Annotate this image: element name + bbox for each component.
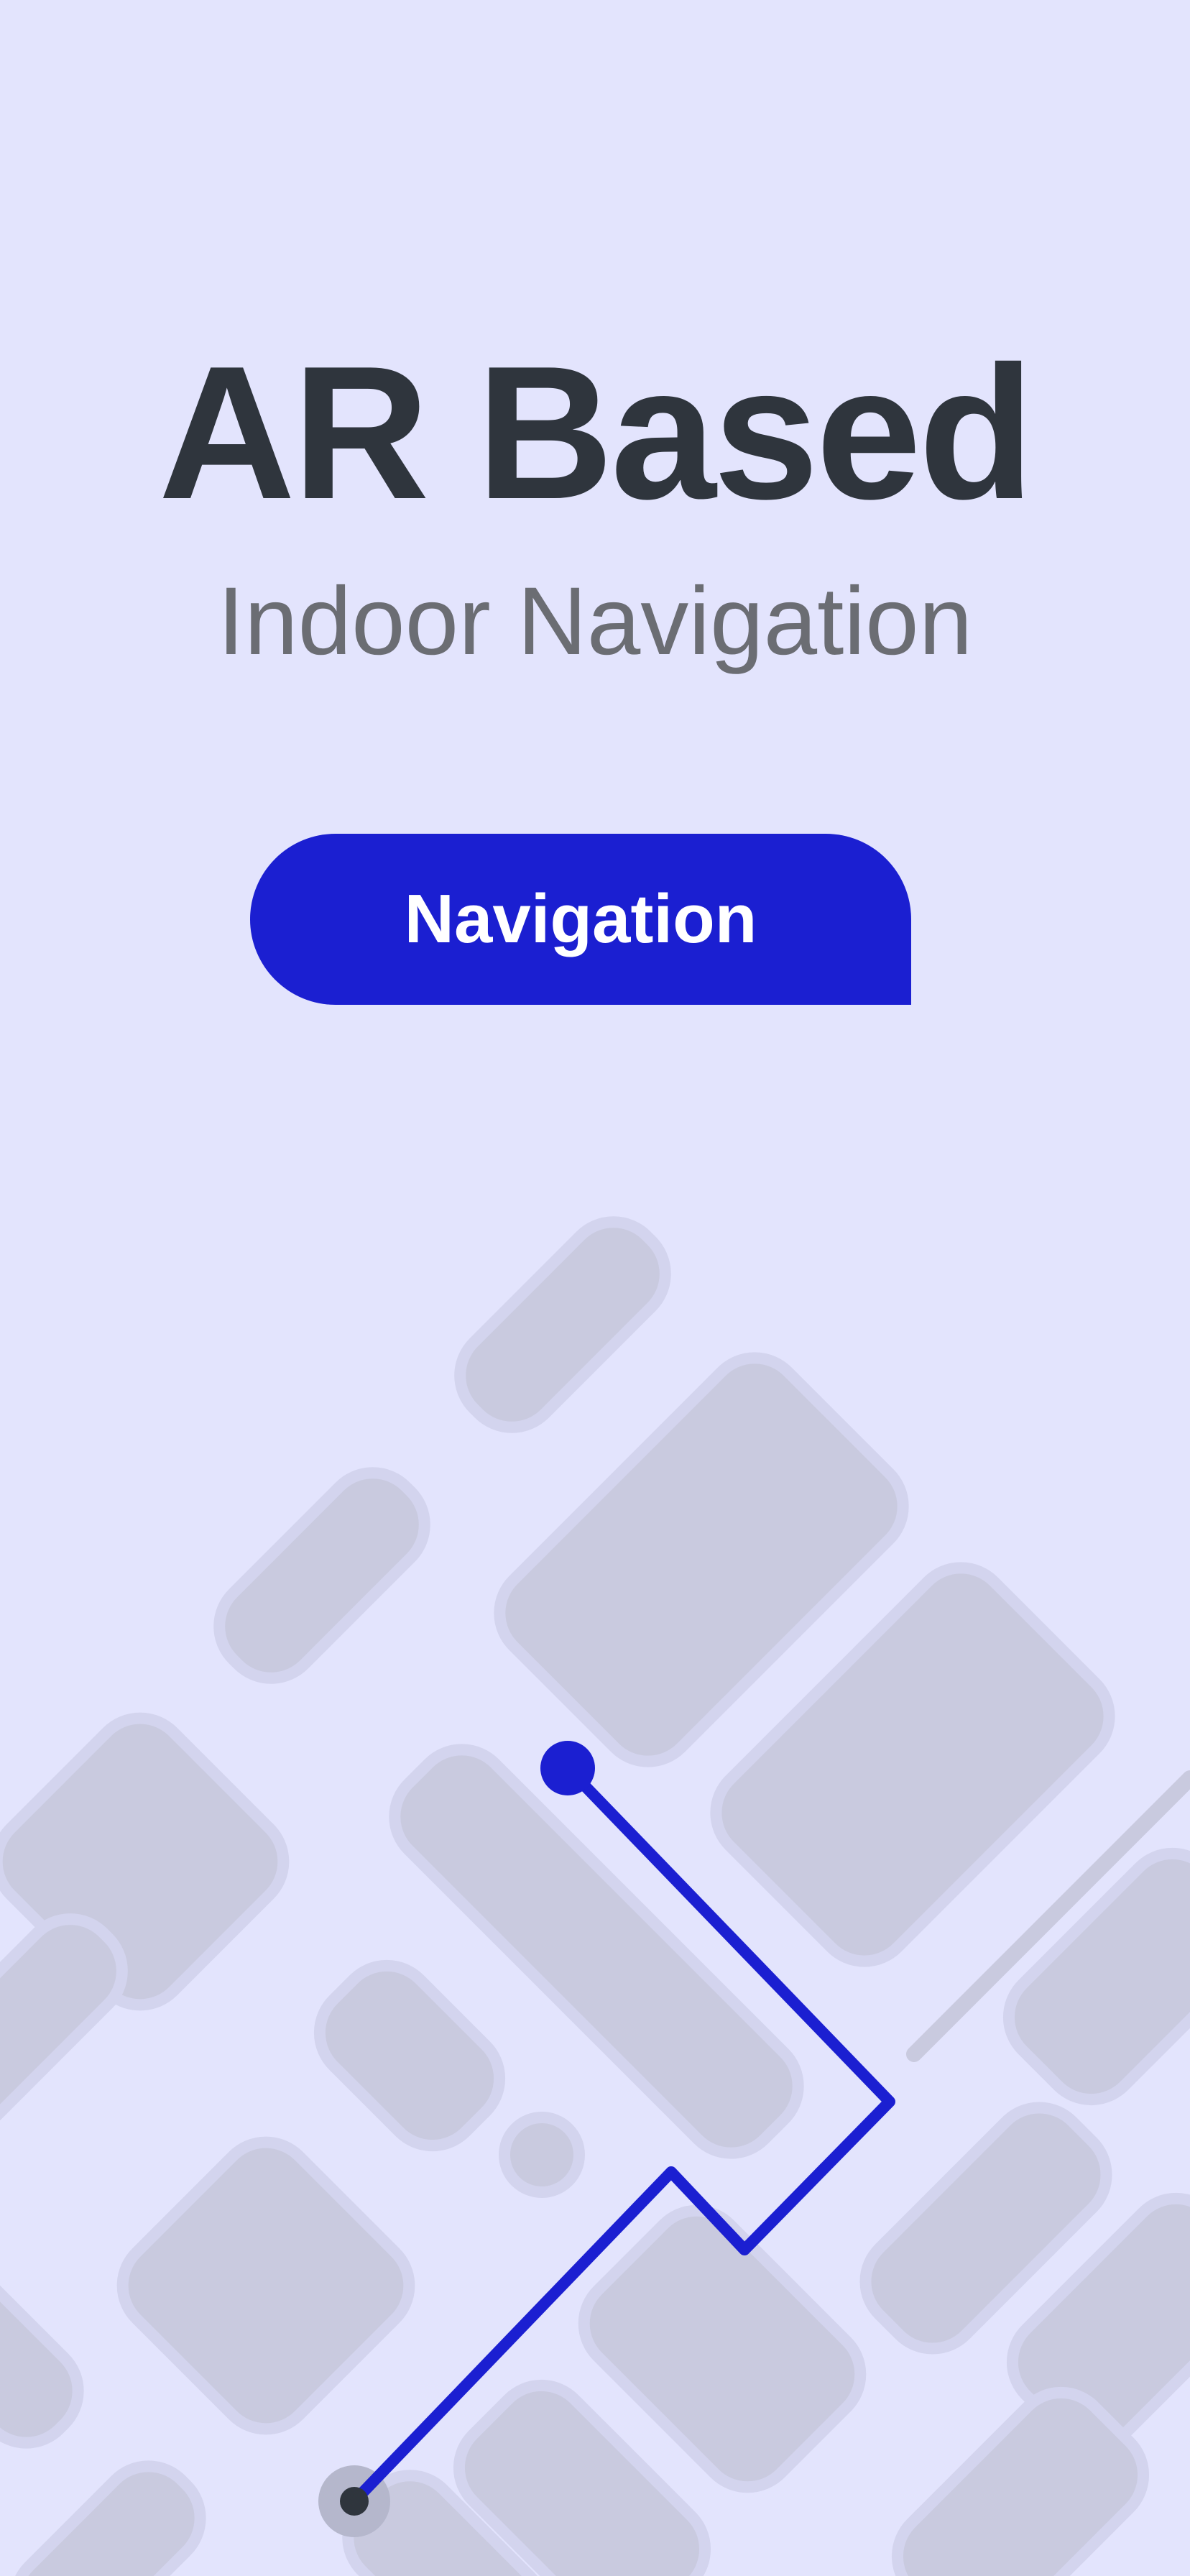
destination-marker <box>540 1741 595 1795</box>
start-marker <box>340 2487 369 2516</box>
map-block <box>213 1467 430 1684</box>
map-block <box>116 2136 415 2435</box>
map-block <box>9 2460 206 2576</box>
landing-screen: AR Based Indoor Navigation Navigation <box>0 0 1190 2576</box>
map-pillar <box>499 2112 585 2198</box>
map-block <box>313 1959 506 2152</box>
navigation-button[interactable]: Navigation <box>250 834 911 1005</box>
app-title: AR Based <box>158 326 1034 538</box>
app-subtitle: Indoor Navigation <box>217 568 973 675</box>
map-block <box>454 1216 671 1433</box>
map-block <box>0 2252 84 2449</box>
navigation-button-label: Navigation <box>404 880 757 957</box>
